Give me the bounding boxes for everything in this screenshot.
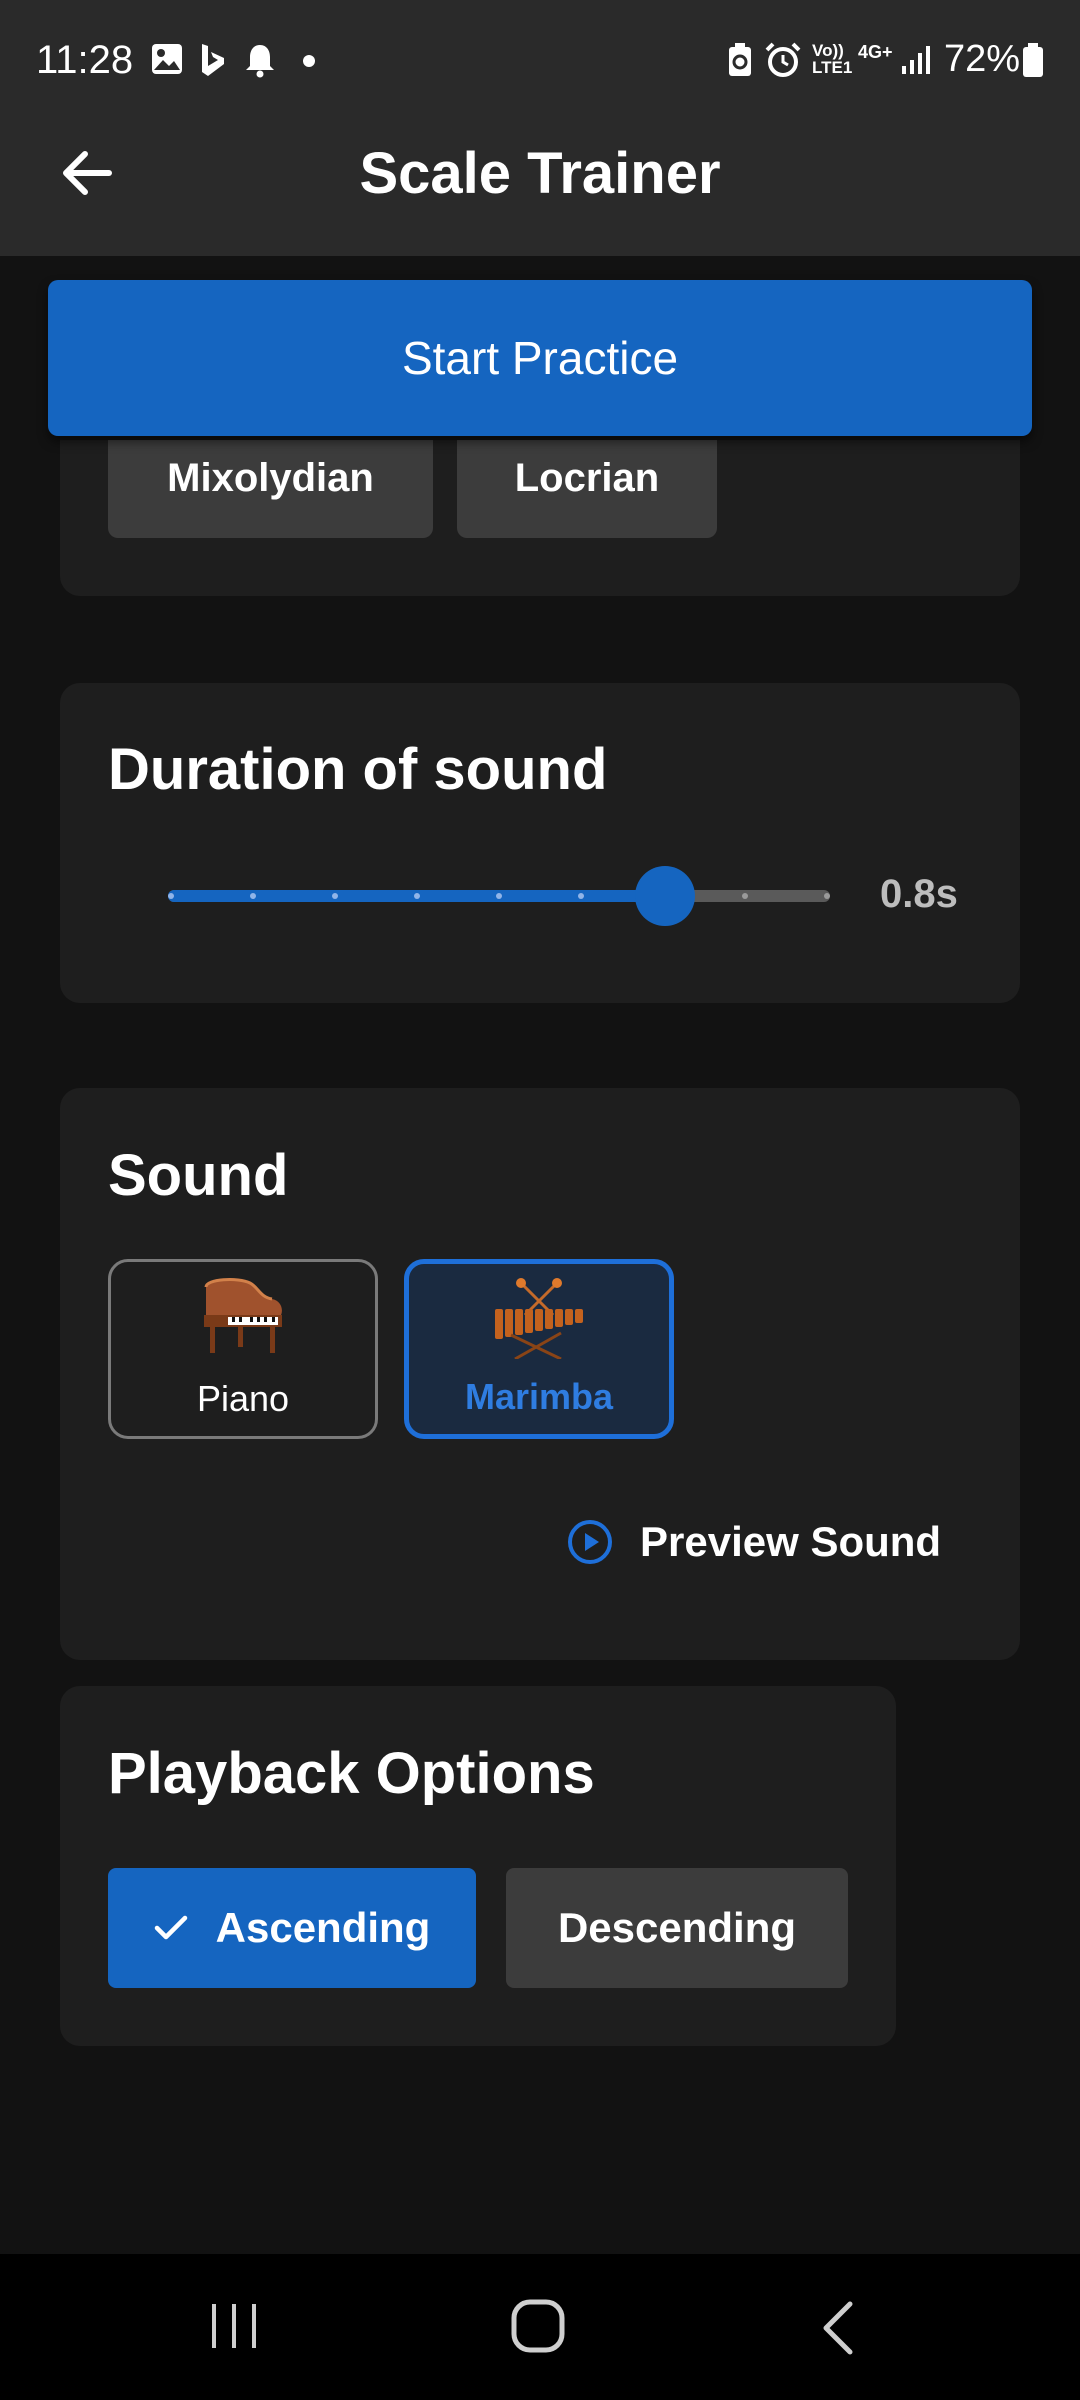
sound-option-marimba[interactable]: Marimba (404, 1259, 674, 1439)
piano-icon (198, 1277, 288, 1366)
dot-icon (302, 54, 316, 73)
bell-icon (244, 42, 276, 83)
status-time: 11:28 (36, 38, 134, 82)
playback-option-descending[interactable]: Descending (506, 1868, 848, 1988)
slider-tick (168, 893, 174, 899)
system-back-button[interactable] (818, 2300, 858, 2361)
image-icon (150, 42, 184, 81)
marimba-icon (491, 1275, 587, 1368)
preview-sound-label: Preview Sound (640, 1518, 942, 1565)
ascending-label: Ascending (215, 1904, 431, 1951)
slider-tick (496, 893, 502, 899)
battery-saver-icon (726, 42, 754, 83)
battery-percent: 72% (944, 38, 1021, 80)
play-circle-icon (566, 1518, 614, 1566)
playback-title: Playback Options (108, 1741, 595, 1806)
mode-chip-locrian[interactable]: Locrian (457, 440, 717, 538)
network-label: 4G+ (858, 42, 893, 62)
mode-chip-mixolydian[interactable]: Mixolydian (108, 440, 433, 538)
piano-label: Piano (196, 1378, 290, 1419)
start-practice-button[interactable]: Start Practice (48, 280, 1032, 436)
slider-tick (414, 893, 420, 899)
slider-tick (250, 893, 256, 899)
system-back-icon (823, 2301, 853, 2355)
sound-title: Sound (108, 1143, 289, 1208)
volte-label: Vo)) LTE1 (812, 41, 853, 77)
sound-option-piano[interactable]: Piano (108, 1259, 378, 1439)
duration-value: 0.8s (880, 872, 958, 916)
recent-apps-icon (212, 2304, 256, 2348)
alarm-icon (764, 42, 802, 83)
preview-sound-button[interactable]: Preview Sound (566, 1514, 941, 1570)
slider-thumb[interactable] (634, 866, 695, 926)
duration-title: Duration of sound (108, 737, 608, 802)
duration-card (60, 683, 1020, 1003)
home-icon (511, 2299, 565, 2353)
bing-icon (198, 42, 228, 83)
battery-icon (1022, 42, 1044, 83)
slider-tick (742, 893, 748, 899)
check-icon (154, 1914, 188, 1942)
signal-icon (900, 44, 932, 81)
playback-option-ascending[interactable]: Ascending (108, 1868, 476, 1988)
slider-tick (332, 893, 338, 899)
recent-apps-button[interactable] (208, 2300, 260, 2357)
marimba-label: Marimba (464, 1376, 614, 1417)
home-button[interactable] (510, 2298, 566, 2359)
slider-tick (578, 893, 584, 899)
page-title: Scale Trainer (359, 141, 721, 206)
slider-tick (824, 893, 830, 899)
